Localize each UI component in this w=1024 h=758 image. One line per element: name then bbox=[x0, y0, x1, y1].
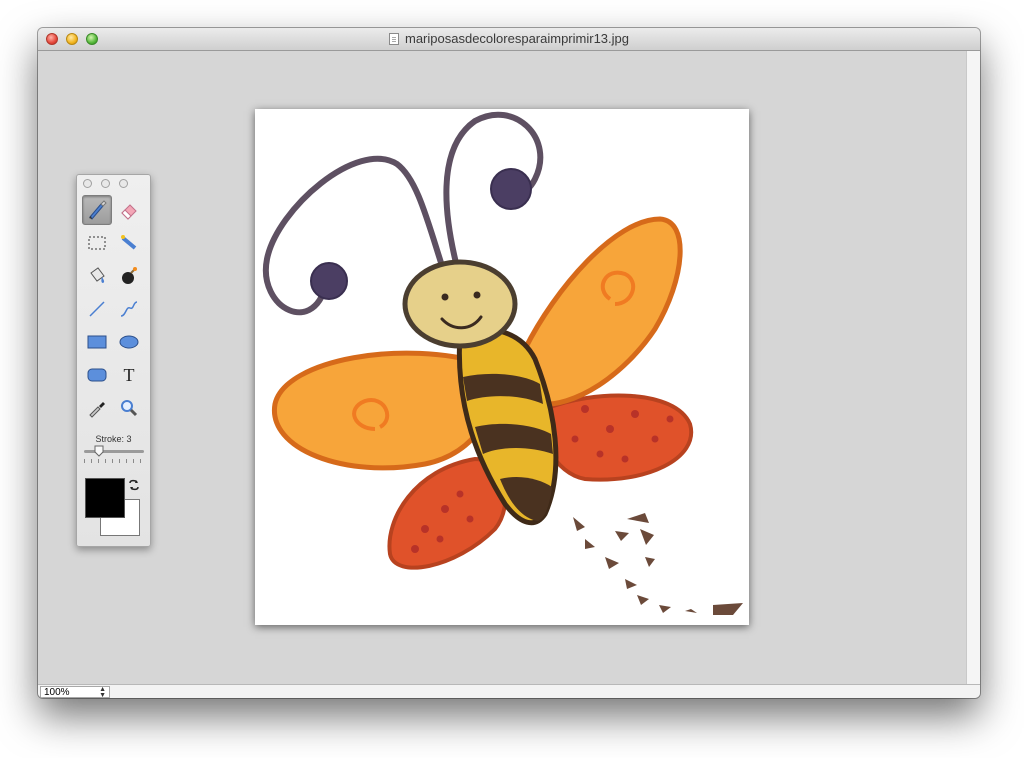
text-icon: T bbox=[123, 364, 135, 385]
zoom-select[interactable]: 100% ▲ ▼ bbox=[40, 686, 110, 698]
rectangle-select-tool[interactable] bbox=[82, 228, 112, 258]
line-tool[interactable] bbox=[82, 294, 112, 324]
palette-zoom-button[interactable] bbox=[119, 179, 128, 188]
line-icon bbox=[89, 301, 105, 317]
window-title-text: mariposasdecoloresparaimprimir13.jpg bbox=[405, 31, 629, 46]
magic-wand-icon bbox=[121, 235, 137, 250]
rectangle-icon bbox=[87, 335, 107, 349]
tool-palette: T Stroke: 3 bbox=[76, 174, 151, 547]
stroke-label: Stroke: 3 bbox=[95, 434, 132, 444]
stroke-slider[interactable] bbox=[84, 450, 144, 453]
image-window: mariposasdecoloresparaimprimir13.jpg 100… bbox=[38, 28, 980, 698]
paintbrush-tool[interactable] bbox=[82, 195, 112, 225]
paintbrush-icon bbox=[89, 200, 107, 220]
magnifier-tool[interactable] bbox=[114, 393, 144, 423]
stroke-slider-ticks bbox=[84, 459, 144, 463]
magnifier-icon bbox=[121, 400, 138, 417]
bomb-icon bbox=[122, 267, 137, 284]
rectangle-select-icon bbox=[88, 236, 106, 250]
eyedropper-tool[interactable] bbox=[82, 393, 112, 423]
rectangle-tool[interactable] bbox=[82, 327, 112, 357]
bomb-tool[interactable] bbox=[114, 261, 144, 291]
ellipse-icon bbox=[119, 335, 139, 349]
curve-tool[interactable] bbox=[114, 294, 144, 324]
image-canvas[interactable] bbox=[255, 109, 749, 625]
eraser-icon bbox=[121, 204, 137, 220]
magic-wand-tool[interactable] bbox=[114, 228, 144, 258]
palette-close-button[interactable] bbox=[83, 179, 92, 188]
zoom-value: 100% bbox=[44, 687, 70, 698]
ellipse-tool[interactable] bbox=[114, 327, 144, 357]
eraser-tool[interactable] bbox=[114, 195, 144, 225]
foreground-color-well[interactable] bbox=[85, 478, 125, 518]
updown-arrows-icon: ▲ ▼ bbox=[99, 686, 106, 698]
text-tool[interactable]: T bbox=[114, 360, 144, 390]
paint-bucket-icon bbox=[90, 267, 105, 283]
vertical-scrollbar[interactable] bbox=[966, 51, 980, 684]
paint-bucket-tool[interactable] bbox=[82, 261, 112, 291]
curve-icon bbox=[120, 301, 138, 317]
canvas-area[interactable] bbox=[38, 51, 966, 684]
rounded-rectangle-icon bbox=[87, 368, 107, 382]
rounded-rectangle-tool[interactable] bbox=[82, 360, 112, 390]
stroke-slider-knob[interactable] bbox=[94, 445, 104, 457]
butterfly-illustration bbox=[262, 111, 743, 615]
status-bar: 100% ▲ ▼ bbox=[38, 684, 980, 698]
window-title: mariposasdecoloresparaimprimir13.jpg bbox=[38, 28, 980, 50]
swap-colors-icon[interactable] bbox=[127, 478, 141, 492]
eyedropper-icon bbox=[89, 402, 105, 418]
palette-minimize-button[interactable] bbox=[101, 179, 110, 188]
document-icon bbox=[389, 33, 399, 45]
title-bar[interactable]: mariposasdecoloresparaimprimir13.jpg bbox=[38, 28, 980, 51]
